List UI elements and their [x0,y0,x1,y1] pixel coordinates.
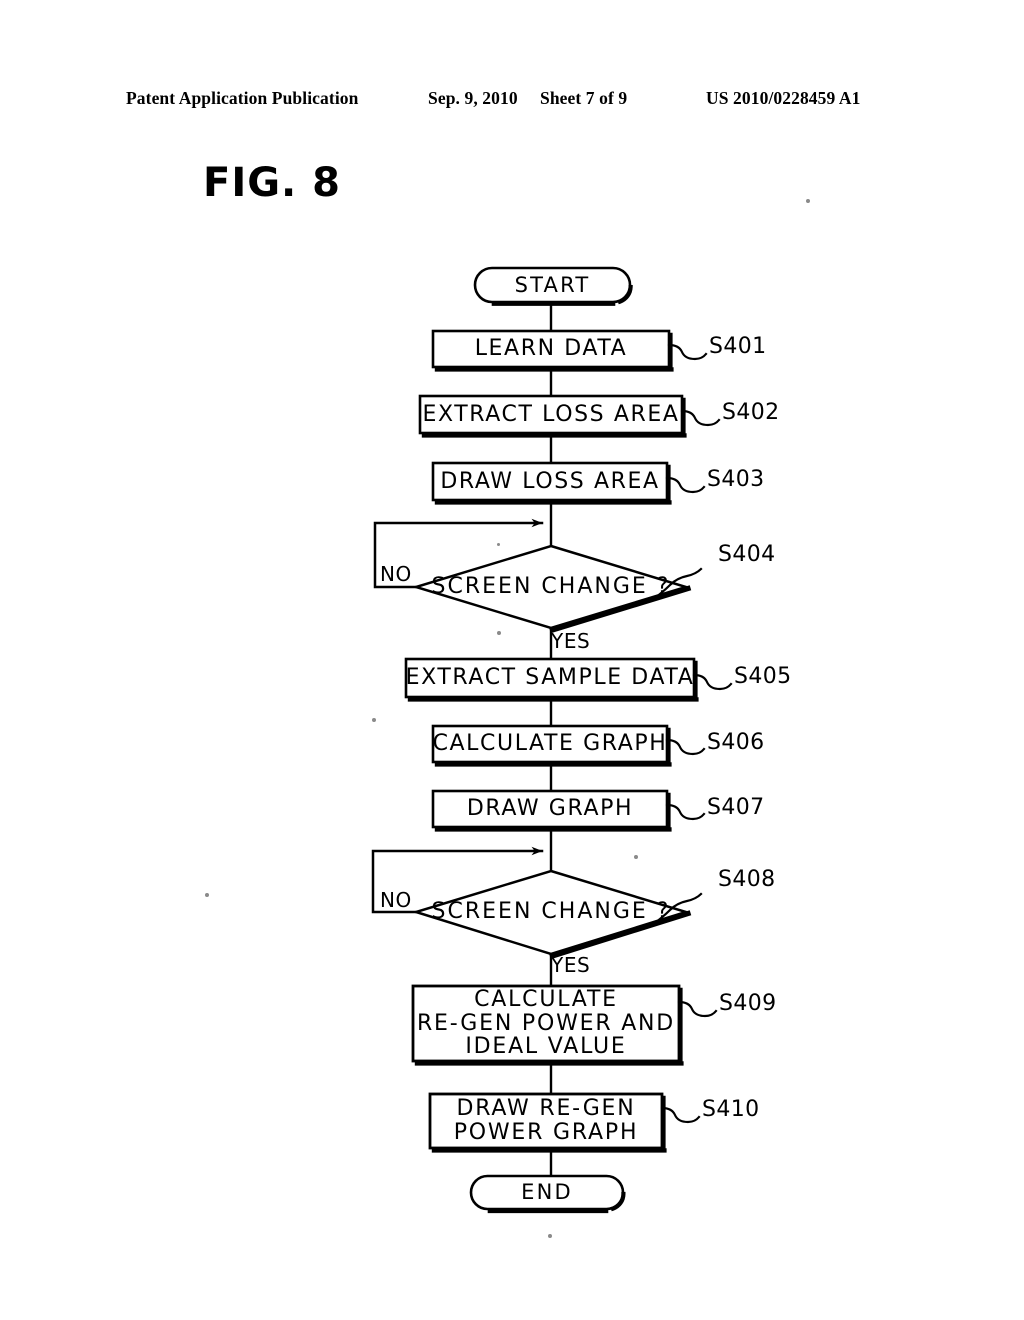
branch-label-s408-yes: YES [551,953,591,977]
leader-s409 [677,1000,718,1018]
branch-label-s408-no: NO [380,888,412,912]
step-label-s408: S408 [718,867,776,892]
step-label-s407: S407 [707,795,765,820]
step-label-s409: S409 [719,991,777,1016]
flowchart-diagram: START LEARN DATA EXTRACT LOSS AREA DRAW … [0,0,1024,1320]
node-s401-label: LEARN DATA [474,336,628,362]
scan-speck [497,631,501,635]
leader-s410 [660,1106,701,1124]
node-s404-label: SCREEN CHANGE ? [431,574,671,600]
node-s409-label: CALCULATE RE-GEN POWER AND IDEAL VALUE [416,986,676,1060]
node-s410-label: DRAW RE-GEN POWER GRAPH [453,1096,639,1145]
scan-speck [548,1234,552,1238]
node-s408-label: SCREEN CHANGE ? [431,899,671,925]
leader-s407 [665,803,706,821]
step-label-s406: S406 [707,730,765,755]
node-s402-label: EXTRACT LOSS AREA [422,401,680,427]
branch-label-s404-yes: YES [551,629,591,653]
node-s407-label: DRAW GRAPH [466,796,634,822]
step-label-s410: S410 [702,1097,760,1122]
node-start-label: START [514,272,591,297]
scan-speck [806,199,810,203]
step-label-s401: S401 [709,334,767,359]
step-label-s405: S405 [734,664,792,689]
node-end-label: END [521,1180,573,1205]
scan-speck [634,855,638,859]
leader-s405 [692,673,733,691]
scan-speck [205,893,209,897]
leader-s403 [665,476,706,494]
step-label-s403: S403 [707,467,765,492]
scan-speck [372,718,376,722]
node-s403-label: DRAW LOSS AREA [440,468,660,494]
step-label-s404: S404 [718,542,776,567]
step-label-s402: S402 [722,400,780,425]
leader-s406 [665,738,706,756]
scan-speck [497,543,500,546]
leader-s402 [680,409,721,427]
node-s405-label: EXTRACT SAMPLE DATA [405,665,695,691]
branch-label-s404-no: NO [380,562,412,586]
node-s406-label: CALCULATE GRAPH [432,731,668,757]
leader-s401 [667,343,708,361]
